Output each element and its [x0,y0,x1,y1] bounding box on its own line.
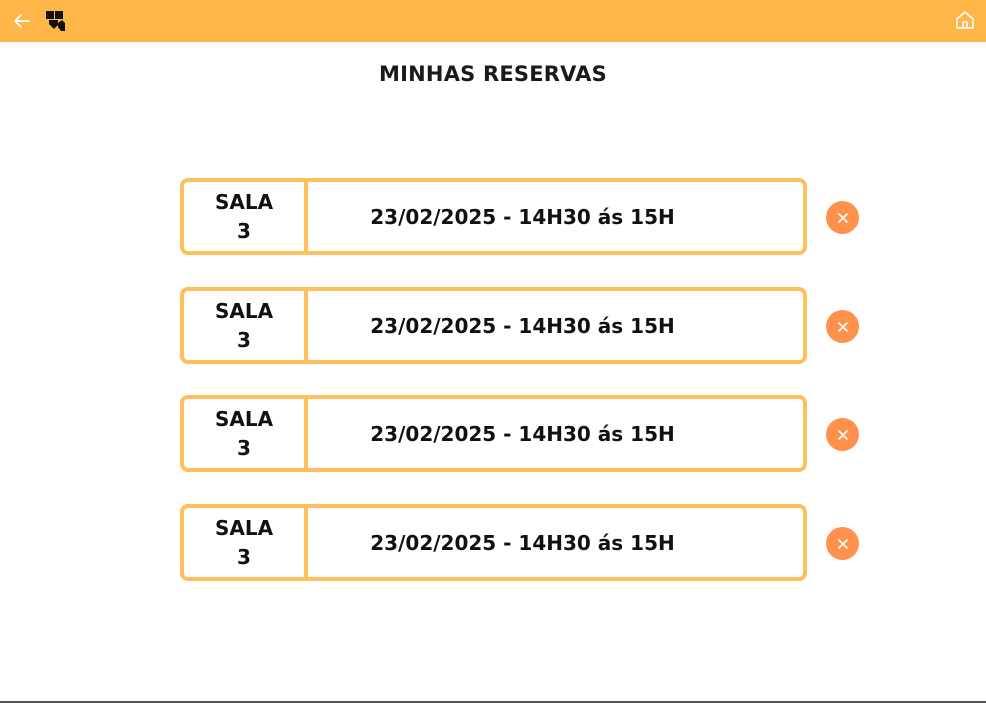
room-cell: SALA 3 [184,508,308,577]
room-number: 3 [237,327,251,352]
room-number: 3 [237,218,251,243]
reservation-card: SALA 3 23/02/2025 - 14H30 ás 15H [180,395,807,472]
room-label: SALA [214,515,274,540]
reservation-card: SALA 3 23/02/2025 - 14H30 ás 15H [180,287,807,364]
reservation-datetime: 23/02/2025 - 14H30 ás 15H [370,530,675,555]
reservations-page: MINHAS RESERVAS SALA 3 23/02/2025 - 14H3… [0,0,986,703]
close-icon [837,538,848,549]
close-icon [837,212,848,223]
room-cell: SALA 3 [184,399,308,468]
room-cell: SALA 3 [184,182,308,251]
close-icon [837,321,848,332]
home-button[interactable] [954,9,976,31]
cancel-reservation-button[interactable] [826,310,859,343]
room-number: 3 [237,435,251,460]
room-label: SALA [214,189,274,214]
reservation-card: SALA 3 23/02/2025 - 14H30 ás 15H [180,178,807,255]
reservation-card: SALA 3 23/02/2025 - 14H30 ás 15H [180,504,807,581]
room-label: SALA [214,298,274,323]
cancel-reservation-button[interactable] [826,201,859,234]
close-icon [837,429,848,440]
reservation-datetime: 23/02/2025 - 14H30 ás 15H [370,204,675,229]
room-cell: SALA 3 [184,291,308,360]
home-icon [956,11,974,29]
reservation-datetime: 23/02/2025 - 14H30 ás 15H [370,421,675,446]
room-number: 3 [237,544,251,569]
room-label: SALA [214,406,274,431]
arrow-left-icon [14,14,30,28]
page-title: MINHAS RESERVAS [379,62,607,86]
app-logo-icon [46,11,66,32]
back-button[interactable] [10,9,34,33]
cancel-reservation-button[interactable] [826,527,859,560]
top-bar [0,0,986,42]
reservation-datetime: 23/02/2025 - 14H30 ás 15H [370,313,675,338]
cancel-reservation-button[interactable] [826,418,859,451]
